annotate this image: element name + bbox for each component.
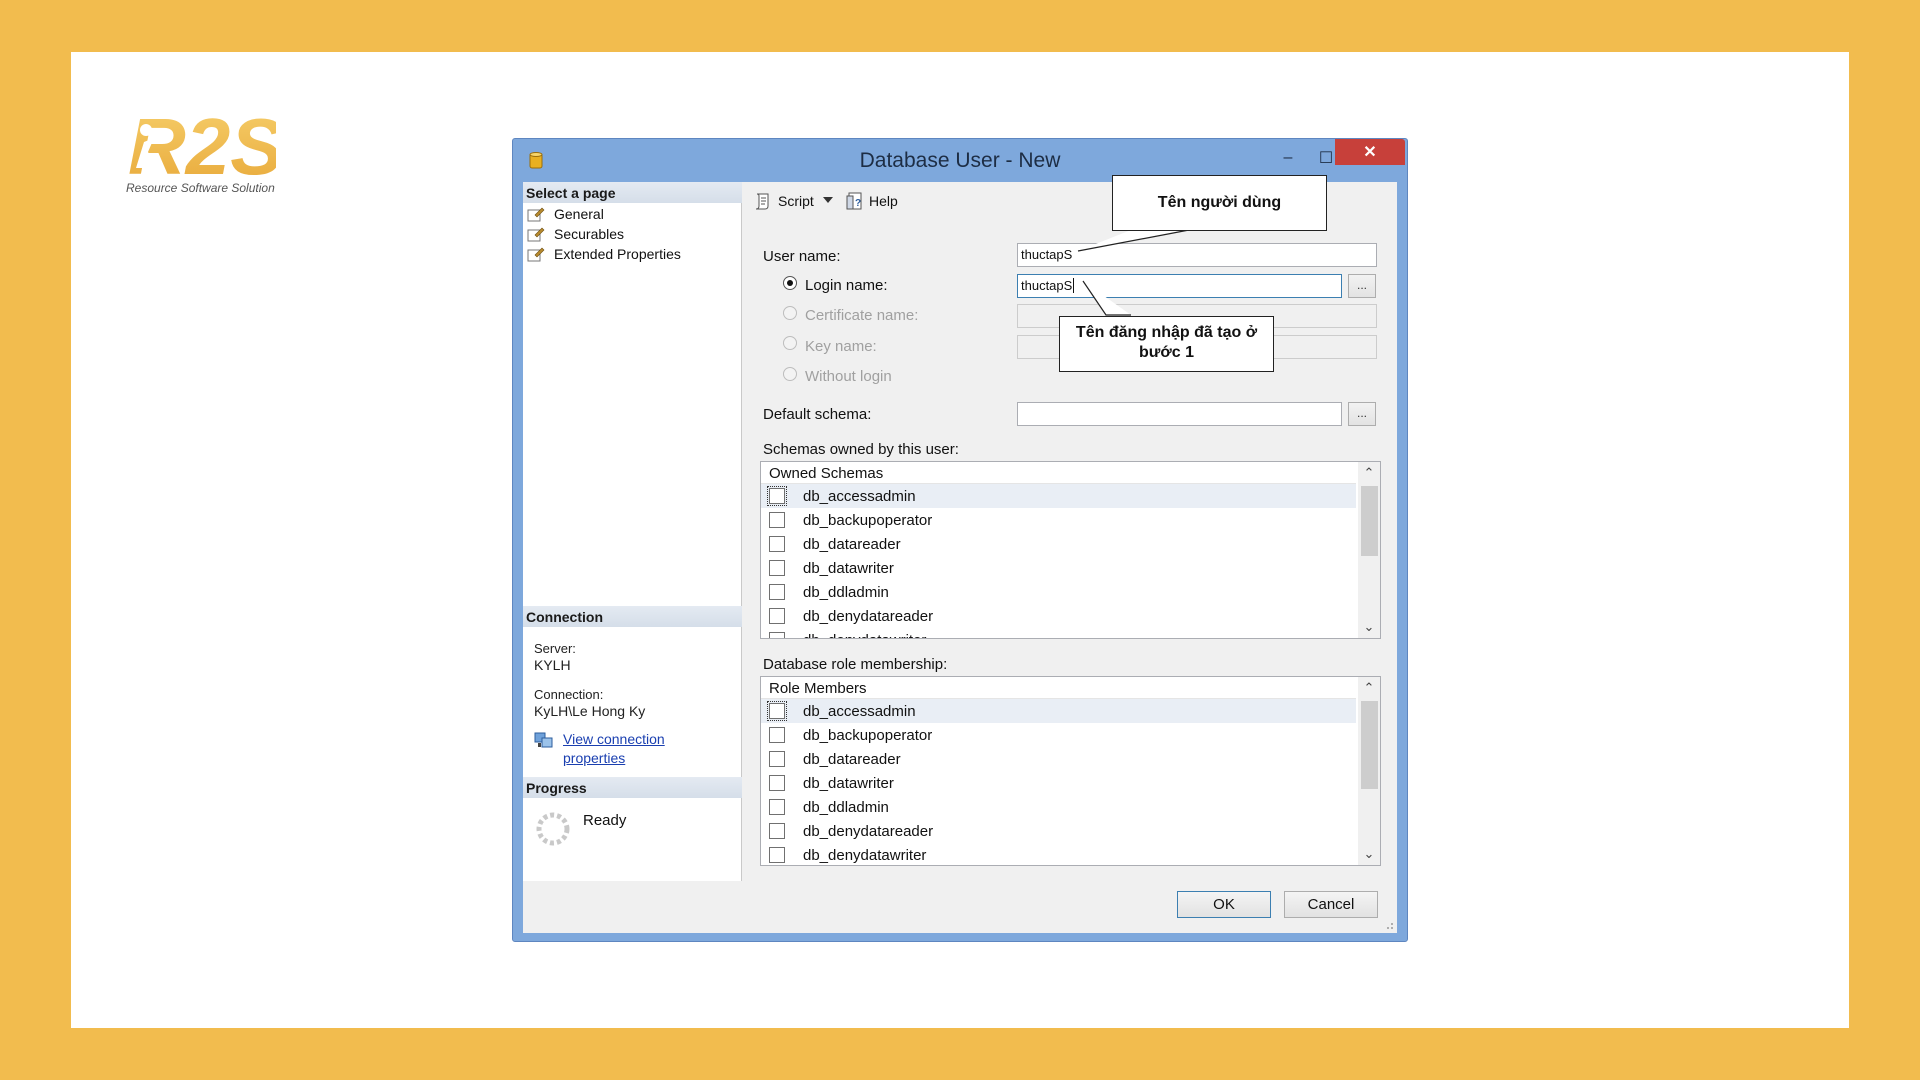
- callout-login-line-2: bước 1: [1139, 344, 1194, 361]
- callout-user-name: Tên người dùng: [1112, 175, 1327, 231]
- callout-login-name: Tên đăng nhập đã tạo ở bước 1: [1059, 316, 1274, 372]
- callout-login-line-1: Tên đăng nhập đã tạo ở: [1075, 324, 1258, 341]
- callout-pointers: [1077, 229, 1190, 316]
- slide: R2S Resource Software Solution Database …: [71, 52, 1849, 1028]
- callout-login-pointer: [1082, 280, 1131, 316]
- callout-user-pointer: [1077, 229, 1190, 252]
